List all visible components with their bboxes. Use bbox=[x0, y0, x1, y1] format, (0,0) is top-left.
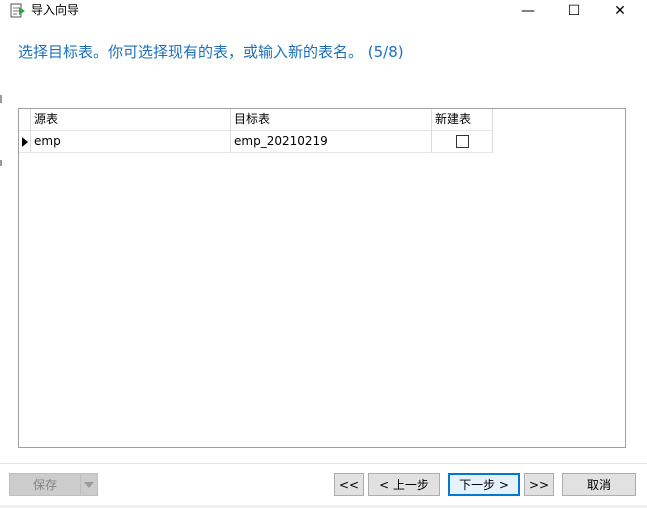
previous-step-button[interactable]: < 上一步 bbox=[368, 473, 440, 496]
divider bbox=[0, 95, 2, 103]
divider bbox=[0, 160, 2, 166]
dropdown-arrow-icon bbox=[84, 481, 94, 488]
row-pointer-icon bbox=[19, 131, 31, 153]
column-header-new-table[interactable]: 新建表 bbox=[432, 109, 493, 131]
column-header-target[interactable]: 目标表 bbox=[231, 109, 432, 131]
new-table-checkbox[interactable] bbox=[455, 135, 469, 148]
save-button[interactable]: 保存 bbox=[9, 473, 81, 496]
mapping-grid[interactable]: 源表 目标表 新建表 emp emp_20210219 bbox=[18, 108, 626, 448]
title-bar: 导入向导 — ☐ ✕ bbox=[0, 0, 647, 22]
table-row[interactable]: emp emp_20210219 bbox=[19, 131, 493, 153]
step-instruction: 选择目标表。你可选择现有的表，或输入新的表名。 (5/8) bbox=[18, 43, 404, 61]
save-dropdown-button[interactable] bbox=[80, 473, 98, 496]
footer-divider bbox=[0, 463, 647, 464]
minimize-icon[interactable]: — bbox=[505, 0, 551, 22]
next-step-button[interactable]: 下一步 > bbox=[448, 473, 520, 496]
target-table-cell[interactable]: emp_20210219 bbox=[231, 131, 432, 153]
source-table-cell[interactable]: emp bbox=[31, 131, 231, 153]
maximize-icon[interactable]: ☐ bbox=[551, 0, 597, 22]
last-step-button[interactable]: >> bbox=[524, 473, 554, 496]
grid-header: 源表 目标表 新建表 bbox=[19, 109, 493, 131]
app-icon bbox=[9, 2, 27, 20]
new-table-cell[interactable] bbox=[432, 131, 493, 153]
first-step-button[interactable]: << bbox=[334, 473, 364, 496]
row-selector-header bbox=[19, 109, 31, 131]
window-title: 导入向导 bbox=[31, 3, 80, 17]
column-header-source[interactable]: 源表 bbox=[31, 109, 231, 131]
cancel-button[interactable]: 取消 bbox=[562, 473, 636, 496]
close-icon[interactable]: ✕ bbox=[597, 0, 643, 22]
